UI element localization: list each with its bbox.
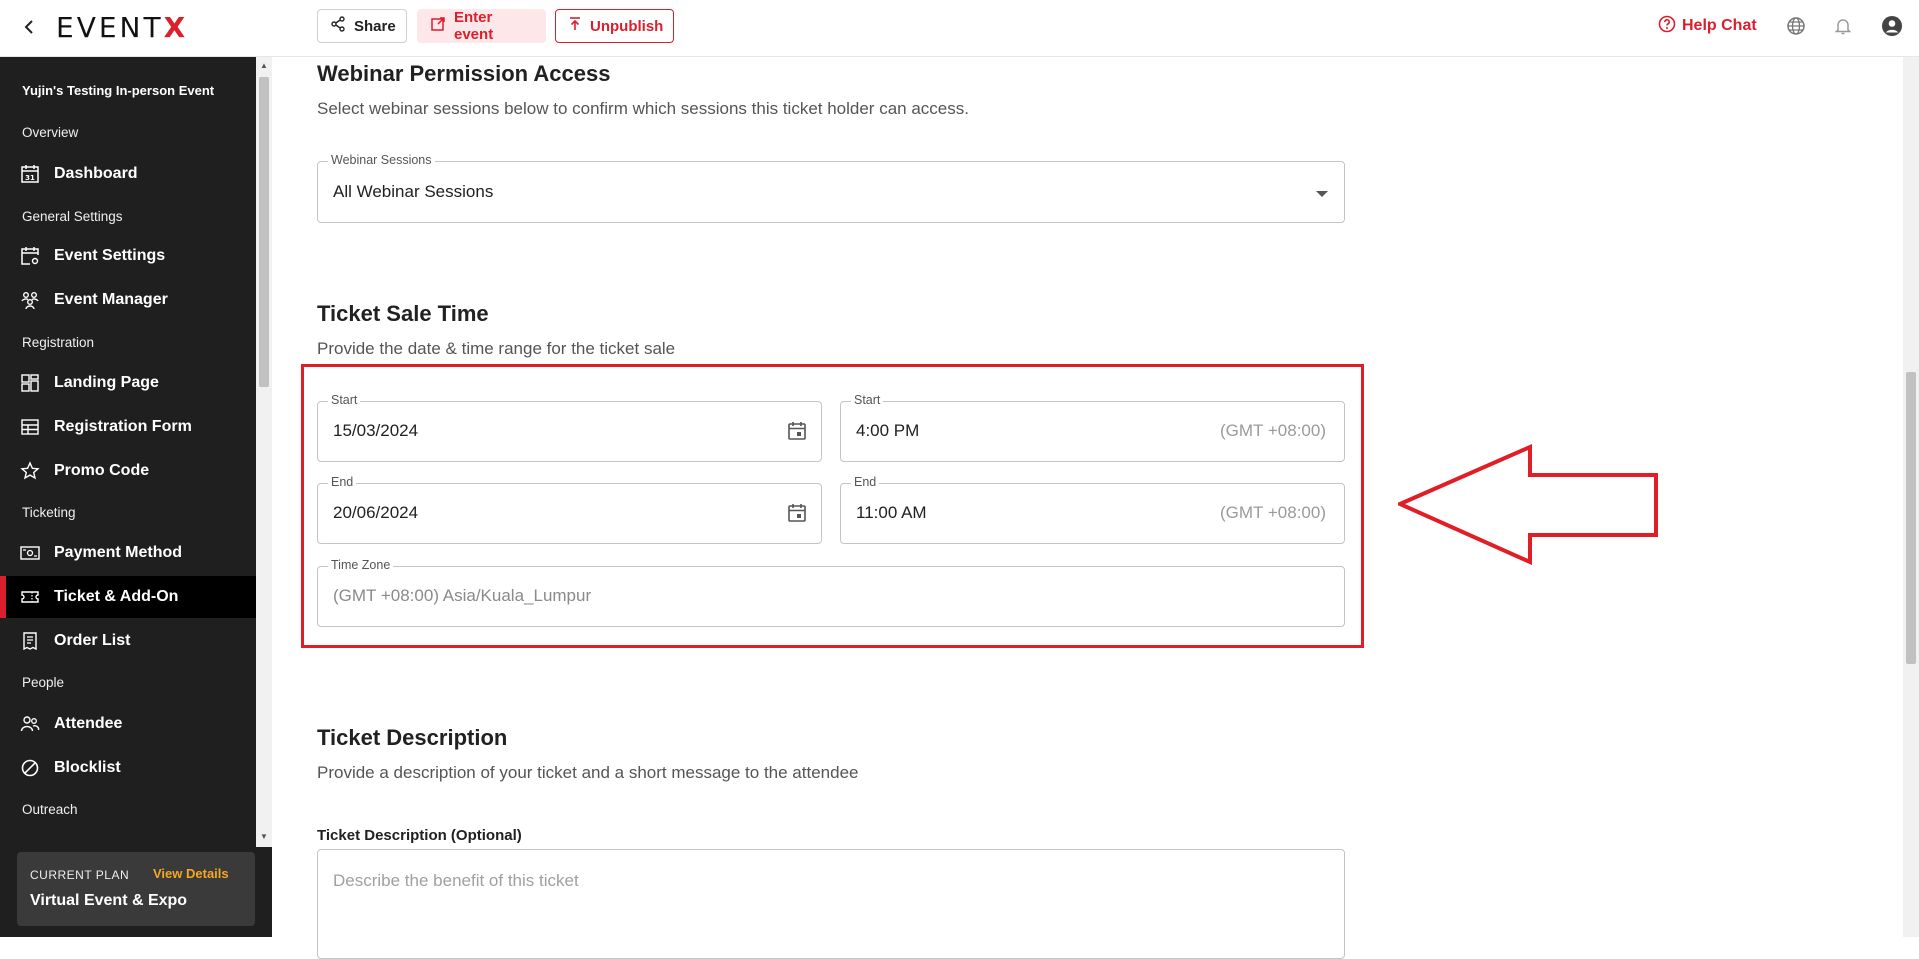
sidebar-label-landing-page: Landing Page	[54, 374, 159, 391]
sidebar-label-event-manager: Event Manager	[54, 291, 168, 308]
team-icon	[20, 290, 40, 310]
globe-icon[interactable]	[1784, 14, 1808, 38]
help-chat-label: Help Chat	[1682, 17, 1757, 34]
scroll-up-icon[interactable]: ▲	[260, 61, 268, 70]
eventx-logo[interactable]: EVENTX	[56, 10, 188, 44]
sidebar-item-order-list[interactable]: Order List	[0, 620, 256, 662]
sidebar-item-event-settings[interactable]: Event Settings	[0, 235, 256, 277]
sidebar-label-payment-method: Payment Method	[54, 544, 183, 561]
view-details-link[interactable]: View Details	[153, 866, 229, 881]
external-link-icon	[430, 16, 446, 36]
table-icon	[20, 417, 40, 437]
current-plan-card: CURRENT PLAN View Details Virtual Event …	[17, 852, 255, 926]
ticket-icon	[20, 587, 40, 607]
sidebar-item-blocklist[interactable]: Blocklist	[0, 747, 256, 789]
sidebar-footer-strip	[256, 847, 272, 937]
sidebar-scroll-thumb[interactable]	[259, 77, 269, 387]
sidebar-item-attendee[interactable]: Attendee	[0, 703, 256, 745]
webinar-title: Webinar Permission Access	[317, 61, 611, 86]
logo-x: X	[163, 10, 189, 44]
webinar-sessions-value: All Webinar Sessions	[333, 182, 494, 201]
upload-icon	[568, 16, 582, 36]
sale-time-title: Ticket Sale Time	[317, 301, 489, 326]
bell-icon[interactable]	[1831, 14, 1855, 38]
logo-text: EVENT	[56, 10, 164, 44]
top-bar: EVENTX Share Enter event Unpublish Help …	[0, 0, 1919, 57]
description-placeholder: Describe the benefit of this ticket	[333, 871, 579, 890]
help-circle-icon	[1658, 15, 1676, 38]
sidebar-item-dashboard[interactable]: 31 Dashboard	[0, 153, 256, 195]
help-chat-button[interactable]: Help Chat	[1658, 14, 1757, 38]
sidebar-label-dashboard: Dashboard	[54, 165, 138, 182]
webinar-sessions-label: Webinar Sessions	[328, 153, 435, 167]
section-ticketing: Ticketing	[22, 505, 76, 520]
chevron-down-icon	[1316, 191, 1328, 197]
share-label: Share	[354, 17, 396, 35]
sidebar-item-landing-page[interactable]: Landing Page	[0, 362, 256, 404]
highlight-rectangle	[301, 364, 1364, 648]
plan-name: Virtual Event & Expo	[30, 892, 188, 909]
sidebar-item-event-manager[interactable]: Event Manager	[0, 279, 256, 321]
sidebar-item-promo-code[interactable]: Promo Code	[0, 450, 256, 492]
sidebar-item-ticket-addon[interactable]: Ticket & Add-On	[0, 576, 256, 618]
webinar-subtitle: Select webinar sessions below to confirm…	[317, 99, 969, 118]
event-name: Yujin's Testing In-person Event	[22, 83, 215, 98]
sidebar-label-promo-code: Promo Code	[54, 462, 150, 479]
people-icon	[20, 714, 40, 734]
section-people: People	[22, 675, 65, 690]
sidebar-item-registration-form[interactable]: Registration Form	[0, 406, 256, 448]
sidebar-label-blocklist: Blocklist	[54, 759, 121, 776]
star-icon	[20, 461, 40, 481]
section-outreach: Outreach	[22, 802, 78, 817]
section-general: General Settings	[22, 209, 123, 224]
plan-label: CURRENT PLAN	[30, 868, 130, 882]
description-subtitle: Provide a description of your ticket and…	[317, 763, 859, 782]
unpublish-label: Unpublish	[590, 17, 664, 35]
receipt-icon	[20, 631, 40, 651]
description-textarea[interactable]: Describe the benefit of this ticket	[317, 849, 1345, 959]
layout-icon	[20, 373, 40, 393]
annotation-arrow-icon	[1398, 443, 1658, 565]
unpublish-button[interactable]: Unpublish	[555, 9, 674, 43]
description-field-label: Ticket Description (Optional)	[317, 827, 522, 844]
block-icon	[20, 758, 40, 778]
section-registration: Registration	[22, 335, 95, 350]
share-icon	[330, 16, 346, 36]
enter-event-button[interactable]: Enter event	[417, 9, 546, 43]
payment-icon	[20, 543, 40, 563]
webinar-sessions-select[interactable]: Webinar Sessions All Webinar Sessions	[317, 153, 1345, 223]
svg-text:31: 31	[25, 174, 35, 182]
sidebar-label-order-list: Order List	[54, 632, 131, 649]
calendar-icon: 31	[20, 164, 40, 184]
share-button[interactable]: Share	[317, 9, 407, 43]
sidebar-label-attendee: Attendee	[54, 715, 123, 732]
sidebar-item-payment-method[interactable]: Payment Method	[0, 532, 256, 574]
enter-event-label: Enter event	[454, 9, 494, 43]
sale-time-subtitle: Provide the date & time range for the ti…	[317, 339, 676, 358]
sidebar-label-ticket-addon: Ticket & Add-On	[54, 588, 179, 605]
sidebar-label-event-settings: Event Settings	[54, 247, 166, 264]
calendar-gear-icon	[20, 246, 40, 266]
sidebar-label-registration-form: Registration Form	[54, 418, 192, 435]
scroll-down-icon[interactable]: ▼	[260, 832, 268, 841]
user-account-icon[interactable]	[1880, 14, 1904, 38]
sidebar: Yujin's Testing In-person Event Overview…	[0, 57, 256, 937]
main-scroll-thumb[interactable]	[1906, 372, 1916, 664]
section-overview: Overview	[22, 125, 79, 140]
description-title: Ticket Description	[317, 725, 508, 750]
back-arrow-icon[interactable]	[20, 14, 38, 40]
